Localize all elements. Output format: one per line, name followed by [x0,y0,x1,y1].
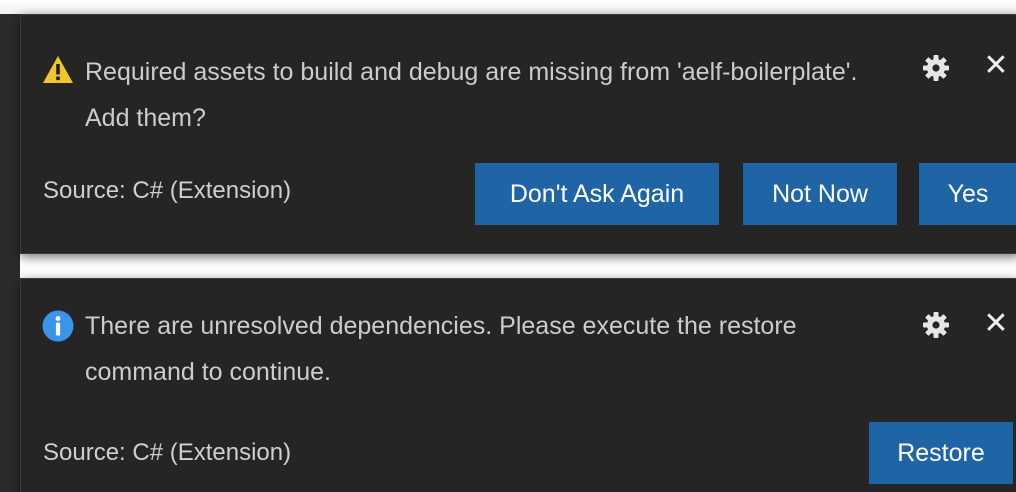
editor-left-edge [0,14,20,492]
notification-source: Source: C# (Extension) [43,177,292,204]
notification-message: There are unresolved dependencies. Pleas… [85,312,797,386]
notification-area: Required assets to build and debug are m… [0,0,1016,492]
unresolved-dependencies-notification: There are unresolved dependencies. Pleas… [20,278,1016,492]
warning-icon [43,56,73,83]
info-icon [42,310,74,342]
dont-ask-again-button[interactable]: Don't Ask Again [475,163,719,225]
editor-backdrop [0,0,1016,14]
yes-button[interactable]: Yes [919,163,1016,225]
restore-button[interactable]: Restore [869,422,1013,484]
close-icon[interactable]: ✕ [981,51,1011,81]
not-now-button[interactable]: Not Now [743,163,897,225]
gear-icon[interactable] [921,53,951,83]
notification-message: Required assets to build and debug are m… [85,58,858,132]
gear-icon[interactable] [921,310,951,340]
missing-assets-notification: Required assets to build and debug are m… [20,14,1016,254]
close-icon[interactable]: ✕ [981,309,1011,339]
notification-source: Source: C# (Extension) [43,439,292,466]
